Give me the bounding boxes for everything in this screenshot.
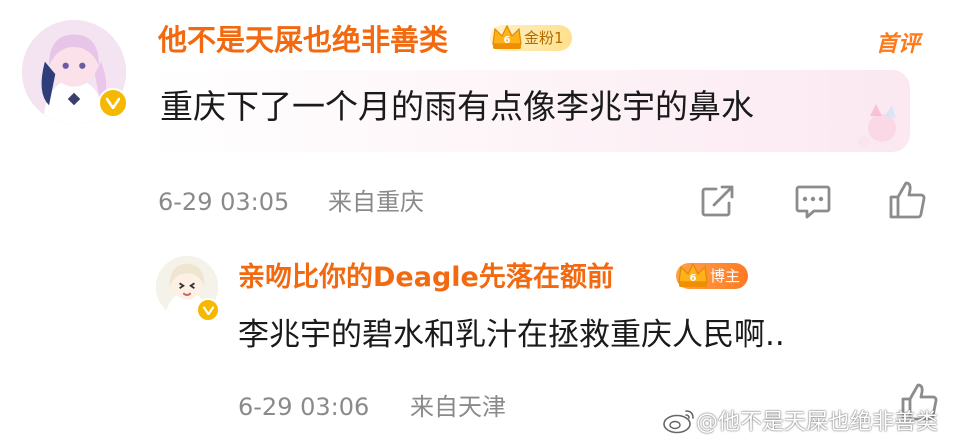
replier-username[interactable]: 亲吻比你的Deagle先落在额前 [238,258,614,298]
role-badge[interactable]: 6 博主 [676,260,749,290]
like-icon [889,181,926,219]
comment-button[interactable] [794,184,832,220]
verified-badge-icon [196,298,220,322]
svg-text:6: 6 [504,35,511,46]
verified-badge-icon [98,88,128,118]
like-button[interactable] [888,180,928,220]
comment-icon [795,185,831,219]
weibo-logo-icon [662,408,696,438]
svg-text:6: 6 [690,273,697,284]
reply-location: 来自天津 [410,393,506,421]
comment-location: 来自重庆 [328,188,424,216]
crown-icon: 6 [676,260,710,290]
reply-timestamp: 6-29 03:06 [238,393,370,421]
commenter-username[interactable]: 他不是天屎也绝非善类 [158,20,448,60]
first-comment-tag: 首评 [875,32,920,57]
share-button[interactable] [700,184,736,218]
reply-text: 李兆宇的碧水和乳汁在拯救重庆人民啊.. [238,317,785,353]
fan-badge[interactable]: 6 金粉1 [490,22,572,52]
watermark: @他不是天屎也绝非善类 [696,410,939,435]
crown-icon: 6 [490,22,524,52]
bubble-decoration [842,98,912,158]
share-icon [701,185,734,217]
comment-timestamp: 6-29 03:05 [158,188,290,216]
comment-text: 重庆下了一个月的雨有点像李兆宇的鼻水 [160,87,754,126]
